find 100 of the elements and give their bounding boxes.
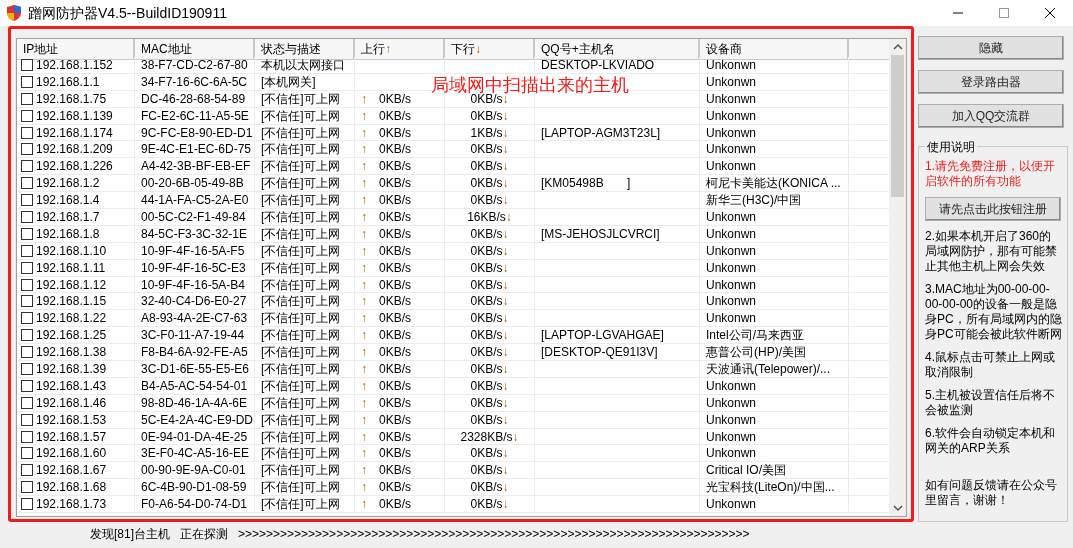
side-button[interactable]: 登录路由器 — [918, 70, 1064, 94]
checkbox[interactable] — [21, 261, 33, 274]
scroll-thumb[interactable] — [891, 55, 904, 197]
upload-rate: 0KB/s — [379, 394, 411, 411]
up-arrow-icon: ↑ — [361, 462, 367, 479]
checkbox[interactable] — [21, 312, 33, 325]
checkbox[interactable] — [21, 210, 33, 223]
table-cell: [不信任]可上网 — [255, 209, 355, 225]
ip-address: 192.168.1.67 — [36, 462, 107, 479]
table-cell: Unkonwn — [700, 57, 849, 73]
table-cell: 3C-F0-11-A7-19-44 — [135, 327, 255, 344]
table-cell: Unkonwn — [700, 209, 849, 225]
table-cell: 00-20-6B-05-49-8B — [135, 175, 255, 192]
scrollbar[interactable] — [889, 39, 906, 516]
side-button[interactable]: 加入QQ交流群 — [918, 104, 1064, 128]
checkbox[interactable] — [21, 362, 33, 375]
table-cell: [不信任]可上网 — [255, 361, 355, 377]
checkbox[interactable] — [21, 498, 33, 511]
table-cell: 1KB/s↓ — [445, 124, 535, 141]
table-cell: [不信任]可上网 — [255, 327, 355, 344]
up-arrow-icon: ↑ — [361, 496, 367, 513]
checkbox[interactable] — [21, 295, 33, 308]
table-cell: [不信任]可上网 — [255, 344, 355, 361]
column-header[interactable]: IP地址 — [17, 39, 135, 60]
upload-rate: 0KB/s — [379, 175, 411, 192]
table-cell: [不信任]可上网 — [255, 124, 355, 141]
side-button[interactable]: 隐藏 — [918, 36, 1064, 60]
upload-rate: 0KB/s — [379, 141, 411, 158]
checkbox[interactable] — [21, 278, 33, 291]
column-header[interactable]: 上行↑ — [355, 39, 445, 60]
table-cell: [不信任]可上网 — [255, 225, 355, 242]
upload-rate: 0KB/s — [379, 90, 411, 107]
table-cell: 0KB/s↓ — [445, 107, 535, 124]
table-cell: 惠普公司(HP)/美国 — [700, 344, 849, 361]
table-cell: 10-9F-4F-16-5A-B4 — [135, 276, 255, 293]
table-cell: 10-9F-4F-16-5A-F5 — [135, 242, 255, 259]
column-header[interactable]: 设备商 — [700, 39, 849, 60]
ip-address: 192.168.1.25 — [36, 327, 107, 344]
table-cell: Unkonwn — [700, 310, 849, 327]
upload-rate: 0KB/s — [379, 344, 411, 361]
feedback-note: 如有问题反馈请在公众号里留言，谢谢！ — [925, 478, 1058, 508]
ip-address: 192.168.1.7 — [36, 209, 100, 225]
upload-rate: 0KB/s — [379, 107, 411, 124]
checkbox[interactable] — [21, 244, 33, 257]
table-cell: Unkonwn — [700, 276, 849, 293]
column-header[interactable]: QQ号+主机名 — [535, 39, 700, 60]
table-cell: 00-90-9E-9A-C0-01 — [135, 462, 255, 479]
checkbox[interactable] — [21, 346, 33, 359]
checkbox[interactable] — [21, 177, 33, 190]
checkbox[interactable] — [21, 109, 33, 122]
table-cell: 0KB/s↓ — [445, 276, 535, 293]
checkbox[interactable] — [21, 227, 33, 240]
table-cell: [不信任]可上网 — [255, 445, 355, 462]
table-cell: Unkonwn — [700, 445, 849, 462]
table-cell: [MS-JEHOSJLCVRCI] — [535, 225, 700, 242]
up-arrow-icon: ↑ — [361, 192, 367, 208]
table-cell: 16KB/s↓ — [445, 209, 535, 225]
table-cell: 0KB/s↓ — [445, 259, 535, 276]
up-arrow-icon: ↑ — [361, 411, 367, 428]
checkbox[interactable] — [21, 194, 33, 207]
table-cell: Unkonwn — [700, 377, 849, 394]
table-cell: 0KB/s↓ — [445, 411, 535, 428]
checkbox[interactable] — [21, 75, 33, 88]
table-cell: 0KB/s↓ — [445, 377, 535, 394]
table-cell: DC-46-28-68-54-89 — [135, 90, 255, 107]
checkbox[interactable] — [21, 143, 33, 156]
table-cell: 0KB/s↓ — [445, 225, 535, 242]
checkbox[interactable] — [21, 160, 33, 173]
upload-rate: 0KB/s — [379, 259, 411, 276]
table-cell: [不信任]可上网 — [255, 394, 355, 411]
ip-address: 192.168.1.38 — [36, 344, 107, 361]
table-cell: [KM05498B ] — [535, 175, 700, 192]
upload-rate: 0KB/s — [379, 293, 411, 310]
checkbox[interactable] — [21, 396, 33, 409]
column-header[interactable]: MAC地址 — [135, 39, 255, 60]
checkbox[interactable] — [21, 92, 33, 105]
checkbox[interactable] — [21, 481, 33, 494]
up-arrow-icon: ↑ — [361, 124, 367, 141]
table-cell: 0KB/s↓ — [445, 394, 535, 411]
checkbox[interactable] — [21, 430, 33, 443]
ip-address: 192.168.1.2 — [36, 175, 100, 192]
up-arrow-icon: ↑ — [361, 327, 367, 344]
help-title: 使用说明 — [925, 138, 977, 156]
table-cell: Unkonwn — [700, 124, 849, 141]
column-header[interactable]: 下行↓ — [445, 39, 535, 60]
table-cell: 0KB/s↓ — [445, 361, 535, 377]
upload-rate: 0KB/s — [379, 445, 411, 462]
table-cell: [不信任]可上网 — [255, 175, 355, 192]
register-button[interactable]: 请先点击此按钮注册 — [925, 197, 1061, 221]
checkbox[interactable] — [21, 464, 33, 477]
checkbox[interactable] — [21, 126, 33, 139]
checkbox[interactable] — [21, 379, 33, 392]
upload-rate: 0KB/s — [379, 209, 411, 225]
checkbox[interactable] — [21, 329, 33, 342]
checkbox[interactable] — [21, 447, 33, 460]
upload-rate: 0KB/s — [379, 377, 411, 394]
checkbox[interactable] — [21, 413, 33, 426]
shield-icon — [6, 4, 22, 22]
column-header[interactable]: 状态与描述 — [255, 39, 355, 60]
table-cell: [不信任]可上网 — [255, 310, 355, 327]
